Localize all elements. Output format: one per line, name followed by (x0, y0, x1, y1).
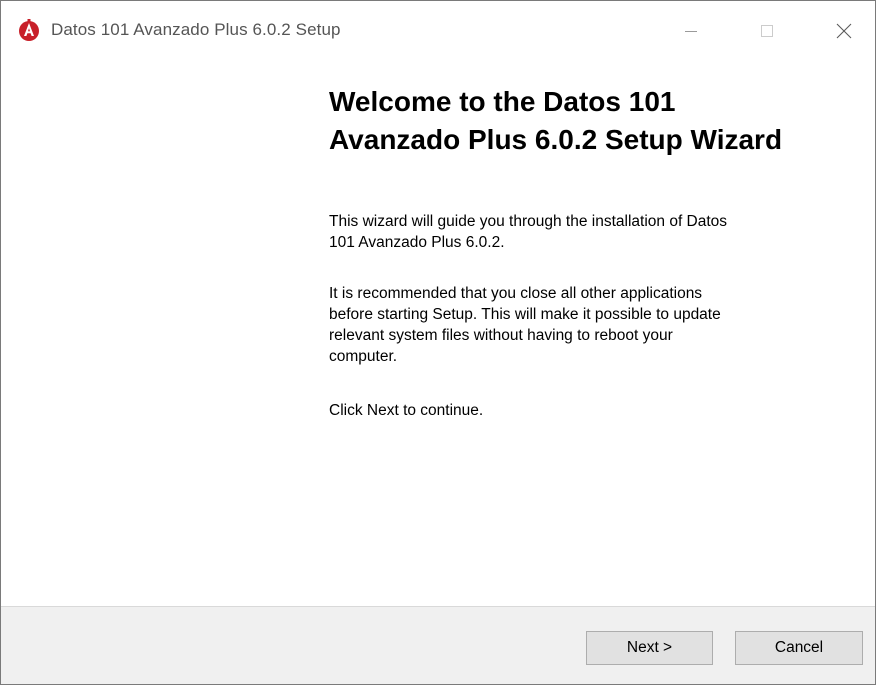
setup-wizard-window: Datos 101 Avanzado Plus 6.0.2 Setup Welc… (0, 0, 876, 685)
maximize-button[interactable] (737, 1, 797, 61)
continue-instruction: Click Next to continue. (329, 402, 484, 419)
close-icon (836, 23, 852, 39)
title-bar[interactable]: Datos 101 Avanzado Plus 6.0.2 Setup (1, 1, 875, 61)
advice-line-3: relevant system files without having to … (329, 327, 673, 344)
advice-line-1: It is recommended that you close all oth… (329, 285, 703, 302)
button-footer: Next > Cancel (1, 607, 875, 684)
welcome-heading-line-1: Welcome to the Datos 101 (329, 86, 676, 117)
welcome-heading: Welcome to the Datos 101 Avanzado Plus 6… (329, 83, 849, 159)
minimize-button[interactable] (661, 1, 721, 61)
intro-line-1: This wizard will guide you through the i… (329, 213, 728, 230)
window-title: Datos 101 Avanzado Plus 6.0.2 Setup (51, 20, 341, 39)
cancel-button[interactable]: Cancel (735, 631, 863, 665)
advice-line-4: computer. (329, 348, 398, 365)
close-button[interactable] (814, 1, 874, 61)
advice-line-2: before starting Setup. This will make it… (329, 306, 721, 323)
welcome-panel: Welcome to the Datos 101 Avanzado Plus 6… (1, 61, 875, 607)
intro-line-2: 101 Avanzado Plus 6.0.2. (329, 234, 505, 251)
app-shield-icon (19, 19, 39, 41)
next-button[interactable]: Next > (586, 631, 713, 665)
welcome-heading-line-2: Avanzado Plus 6.0.2 Setup Wizard (329, 124, 783, 155)
minimize-icon (685, 31, 697, 32)
maximize-icon (761, 25, 773, 37)
advice-paragraph: It is recommended that you close all oth… (329, 283, 849, 367)
intro-paragraph: This wizard will guide you through the i… (329, 211, 849, 253)
